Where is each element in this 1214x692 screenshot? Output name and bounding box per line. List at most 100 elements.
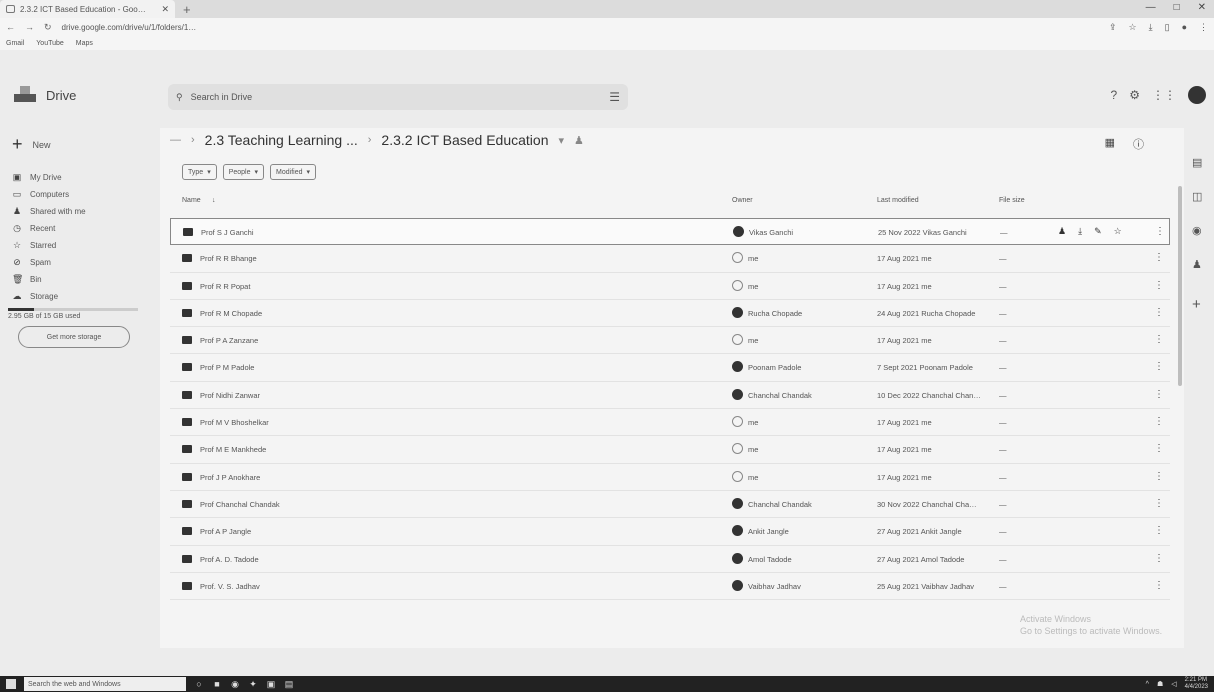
file-name[interactable]: Prof A P Jangle: [200, 527, 251, 536]
cortana-icon[interactable]: ○: [194, 679, 204, 689]
more-options-icon[interactable]: ⋮: [1154, 307, 1164, 318]
col-modified[interactable]: Last modified: [877, 197, 919, 204]
file-row[interactable]: Prof R R Bhange me 17 Aug 2021 me — ⋮: [170, 245, 1170, 273]
more-options-icon[interactable]: ⋮: [1154, 498, 1164, 509]
file-row[interactable]: Prof R R Popat me 17 Aug 2021 me — ⋮: [170, 273, 1170, 300]
network-icon[interactable]: ☗: [1157, 680, 1163, 688]
file-row[interactable]: Prof J P Anokhare me 17 Aug 2021 me — ⋮: [170, 464, 1170, 491]
nav-item-starred[interactable]: ☆ Starred: [12, 238, 56, 252]
file-name[interactable]: Prof P M Padole: [200, 363, 254, 372]
share-person-icon[interactable]: ♟: [1058, 226, 1066, 237]
grid-view-icon[interactable]: ▦: [1105, 136, 1115, 152]
chrome-icon[interactable]: ◉: [230, 679, 240, 689]
file-name[interactable]: Prof R M Chopade: [200, 309, 262, 318]
file-name[interactable]: Prof Nidhi Zanwar: [200, 391, 260, 400]
new-tab-button[interactable]: +: [183, 2, 191, 17]
nav-item-spam[interactable]: ⊘ Spam: [12, 255, 51, 269]
more-options-icon[interactable]: ⋮: [1154, 280, 1164, 291]
calendar-icon[interactable]: ▤: [1192, 156, 1202, 169]
star-icon[interactable]: ☆: [1114, 226, 1122, 237]
browser-tab[interactable]: 2.3.2 ICT Based Education - Goo… ✕: [0, 0, 175, 18]
more-options-icon[interactable]: ⋮: [1154, 553, 1164, 564]
more-options-icon[interactable]: ⋮: [1154, 361, 1164, 372]
tray-chevron-icon[interactable]: ^: [1146, 681, 1149, 688]
more-options-icon[interactable]: ⋮: [1154, 580, 1164, 591]
details-info-icon[interactable]: ⓘ: [1133, 136, 1144, 152]
account-avatar[interactable]: [1188, 86, 1206, 104]
back-icon[interactable]: ←: [6, 22, 15, 32]
keep-icon[interactable]: ◫: [1192, 190, 1202, 203]
nav-item-storage[interactable]: ☁ Storage: [12, 289, 59, 303]
drive-logo[interactable]: Drive: [14, 86, 76, 104]
forward-icon[interactable]: →: [25, 22, 34, 32]
nav-item-computers[interactable]: ▭ Computers: [12, 187, 69, 201]
task-view-icon[interactable]: ■: [212, 679, 222, 689]
file-name[interactable]: Prof A. D. Tadode: [200, 555, 259, 564]
close-window-button[interactable]: ✕: [1198, 2, 1206, 13]
search-options-icon[interactable]: ☰: [609, 90, 620, 104]
settings-icon[interactable]: ⚙: [1129, 88, 1140, 102]
tasks-icon[interactable]: ◉: [1192, 224, 1202, 237]
col-owner[interactable]: Owner: [732, 197, 753, 204]
app-icon[interactable]: ✦: [248, 679, 258, 689]
more-options-icon[interactable]: ⋮: [1155, 226, 1165, 237]
minimize-button[interactable]: —: [1146, 2, 1156, 13]
nav-item-bin[interactable]: 🗑 Bin: [12, 272, 42, 286]
sort-arrow-icon[interactable]: ↓: [212, 197, 216, 204]
taskbar-search[interactable]: Search the web and Windows: [24, 677, 186, 691]
windows-start-icon[interactable]: [6, 679, 16, 689]
more-options-icon[interactable]: ⋮: [1154, 334, 1164, 345]
filter-people[interactable]: People ▾: [222, 164, 265, 180]
breadcrumb-parent[interactable]: 2.3 Teaching Learning ...: [205, 132, 358, 148]
filter-modified[interactable]: Modified ▾: [270, 164, 316, 180]
bookmark-youtube[interactable]: YouTube: [36, 40, 64, 47]
file-row[interactable]: Prof M V Bhoshelkar me 17 Aug 2021 me — ⋮: [170, 409, 1170, 437]
file-name[interactable]: Prof R R Bhange: [200, 254, 257, 263]
scrollbar[interactable]: [1178, 186, 1182, 386]
file-row[interactable]: Prof. V. S. Jadhav Vaibhav Jadhav 25 Aug 2…: [170, 573, 1170, 601]
file-row[interactable]: Prof Nidhi Zanwar Chanchal Chandak 10 Dec …: [170, 382, 1170, 410]
bookmark-maps[interactable]: Maps: [76, 40, 93, 47]
file-row[interactable]: Prof S J Ganchi Vikas Ganchi 25 Nov 2022 V…: [170, 218, 1170, 246]
file-name[interactable]: Prof R R Popat: [200, 282, 250, 291]
menu-icon[interactable]: ⋮: [1199, 22, 1208, 33]
file-row[interactable]: Prof A. D. Tadode Amol Tadode 27 Aug 2021 …: [170, 546, 1170, 573]
file-row[interactable]: Prof M E Mankhede me 17 Aug 2021 me — ⋮: [170, 436, 1170, 464]
nav-item-recent[interactable]: ◷ Recent: [12, 221, 55, 235]
download-icon[interactable]: ⤓: [1149, 22, 1153, 33]
more-options-icon[interactable]: ⋮: [1154, 471, 1164, 482]
star-bookmark-icon[interactable]: ☆: [1129, 22, 1137, 33]
file-explorer-icon[interactable]: ▤: [284, 679, 294, 689]
file-row[interactable]: Prof A P Jangle Ankit Jangle 27 Aug 2021 A…: [170, 518, 1170, 546]
more-options-icon[interactable]: ⋮: [1154, 525, 1164, 536]
contacts-icon[interactable]: ♟: [1192, 258, 1202, 271]
search-input[interactable]: ⚲ Search in Drive ☰: [168, 84, 628, 110]
rename-icon[interactable]: ✎: [1094, 226, 1102, 237]
sidepanel-icon[interactable]: ▯: [1165, 22, 1170, 33]
col-size[interactable]: File size: [999, 197, 1025, 204]
file-name[interactable]: Prof P A Zanzane: [200, 336, 258, 345]
maximize-button[interactable]: □: [1174, 2, 1180, 13]
download-icon[interactable]: ⤓: [1078, 226, 1082, 237]
more-options-icon[interactable]: ⋮: [1154, 252, 1164, 263]
store-icon[interactable]: ▣: [266, 679, 276, 689]
file-row[interactable]: Prof P A Zanzane me 17 Aug 2021 me — ⋮: [170, 327, 1170, 355]
chevron-down-icon[interactable]: ▾: [559, 134, 565, 147]
apps-grid-icon[interactable]: ⋮⋮: [1152, 88, 1176, 102]
more-options-icon[interactable]: ⋮: [1154, 416, 1164, 427]
file-name[interactable]: Prof M E Mankhede: [200, 445, 266, 454]
nav-item-my-drive[interactable]: ▣ My Drive: [12, 170, 62, 184]
file-row[interactable]: Prof P M Padole Poonam Padole 7 Sept 2021 …: [170, 354, 1170, 382]
close-tab-icon[interactable]: ✕: [161, 4, 169, 15]
file-name[interactable]: Prof Chanchal Chandak: [200, 500, 280, 509]
nav-item-shared[interactable]: ♟ Shared with me: [12, 204, 86, 218]
more-options-icon[interactable]: ⋮: [1154, 443, 1164, 454]
url-field[interactable]: drive.google.com/drive/u/1/folders/1…: [62, 23, 197, 32]
col-name[interactable]: Name: [182, 197, 201, 204]
bookmark-gmail[interactable]: Gmail: [6, 40, 24, 47]
clock[interactable]: 2:21 PM 4/4/2023: [1185, 677, 1208, 691]
reload-icon[interactable]: ↻: [44, 22, 52, 33]
more-options-icon[interactable]: ⋮: [1154, 389, 1164, 400]
file-name[interactable]: Prof S J Ganchi: [201, 228, 254, 237]
help-icon[interactable]: ?: [1111, 88, 1118, 102]
